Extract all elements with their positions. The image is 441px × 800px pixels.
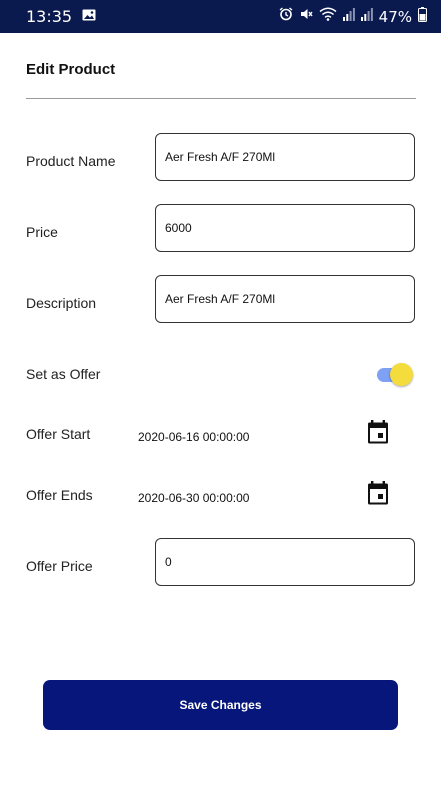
header-divider: [26, 98, 416, 99]
battery-percent: 47%: [378, 7, 412, 26]
signal-icon: [342, 7, 355, 26]
description-value: Aer Fresh A/F 270Ml: [165, 292, 276, 306]
offer-price-label: Offer Price: [26, 558, 93, 574]
image-icon: [82, 8, 96, 26]
offer-ends-value: 2020-06-30 00:00:00: [138, 491, 250, 505]
alarm-icon: [279, 7, 293, 26]
battery-icon: [418, 6, 427, 27]
offer-start-value: 2020-06-16 00:00:00: [138, 430, 250, 444]
page-title: Edit Product: [26, 61, 116, 78]
set-as-offer-toggle[interactable]: [377, 363, 413, 387]
offer-ends-calendar-button[interactable]: [366, 480, 390, 506]
set-as-offer-label: Set as Offer: [26, 366, 101, 382]
status-left: 13:35: [26, 7, 96, 26]
offer-price-field[interactable]: 0: [155, 538, 415, 586]
price-value: 6000: [165, 221, 192, 235]
signal-icon: [360, 7, 373, 26]
status-right: 47%: [279, 6, 427, 27]
product-name-label: Product Name: [26, 153, 116, 169]
wifi-icon: [319, 7, 337, 26]
save-changes-button[interactable]: Save Changes: [43, 680, 398, 730]
mute-icon: [299, 7, 313, 26]
description-field[interactable]: Aer Fresh A/F 270Ml: [155, 275, 415, 323]
description-label: Description: [26, 295, 97, 311]
offer-ends-label: Offer Ends: [26, 487, 93, 503]
status-bar: 13:35 47%: [0, 0, 441, 33]
calendar-icon: [366, 420, 390, 449]
product-name-field[interactable]: Aer Fresh A/F 270Ml: [155, 133, 415, 181]
price-label: Price: [26, 224, 58, 240]
offer-start-label: Offer Start: [26, 426, 91, 442]
offer-price-value: 0: [165, 555, 172, 569]
offer-start-calendar-button[interactable]: [366, 419, 390, 445]
status-time: 13:35: [26, 7, 73, 26]
calendar-icon: [366, 481, 390, 510]
price-field[interactable]: 6000: [155, 204, 415, 252]
toggle-thumb: [390, 363, 413, 386]
product-name-value: Aer Fresh A/F 270Ml: [165, 150, 276, 164]
